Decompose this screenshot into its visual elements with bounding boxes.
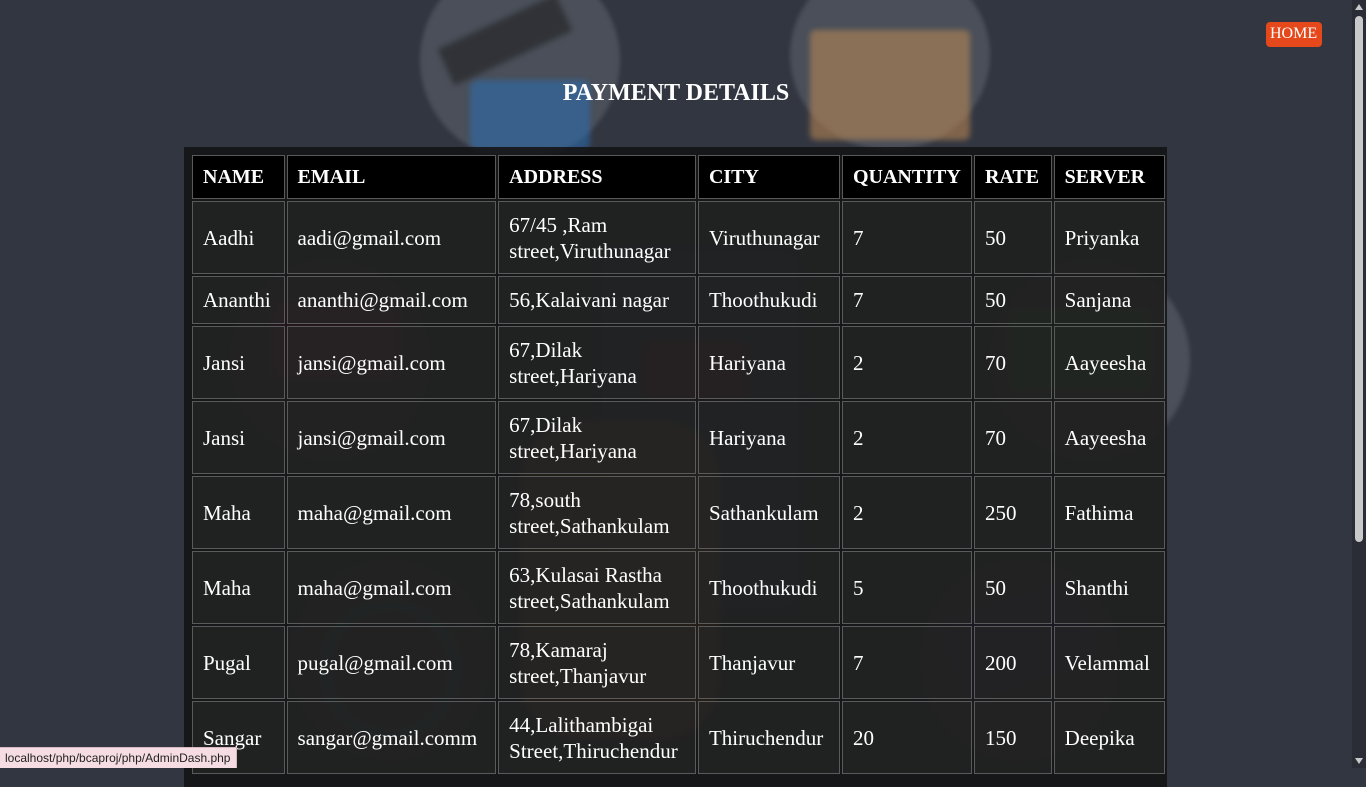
cell-rate: 200 xyxy=(973,626,1052,699)
cell-email: ananthi@gmail.com xyxy=(286,276,497,324)
scroll-up-arrow-icon[interactable] xyxy=(1355,4,1363,10)
payment-table: NAME EMAIL ADDRESS CITY QUANTITY RATE SE… xyxy=(190,153,1167,776)
cell-server: Shanthi xyxy=(1053,551,1165,624)
cell-quantity: 7 xyxy=(841,626,972,699)
table-row: Sangar sangar@gmail.comm 44,Lalithambiga… xyxy=(192,701,1165,774)
table-header-row: NAME EMAIL ADDRESS CITY QUANTITY RATE SE… xyxy=(192,155,1165,199)
cell-name: Maha xyxy=(192,476,285,549)
cell-rate: 70 xyxy=(973,326,1052,399)
table-row: Maha maha@gmail.com 63,Kulasai Rastha st… xyxy=(192,551,1165,624)
header-city: CITY xyxy=(697,155,840,199)
cell-server: Sanjana xyxy=(1053,276,1165,324)
cell-email: sangar@gmail.comm xyxy=(286,701,497,774)
cell-address: 63,Kulasai Rastha street,Sathankulam xyxy=(498,551,696,624)
cell-city: Thoothukudi xyxy=(697,551,840,624)
cell-email: jansi@gmail.com xyxy=(286,401,497,474)
cell-email: maha@gmail.com xyxy=(286,551,497,624)
table-row: Jansi jansi@gmail.com 67,Dilak street,Ha… xyxy=(192,326,1165,399)
cell-address: 56,Kalaivani nagar xyxy=(498,276,696,324)
cell-quantity: 2 xyxy=(841,326,972,399)
header-address: ADDRESS xyxy=(498,155,696,199)
table-row: Ananthi ananthi@gmail.com 56,Kalaivani n… xyxy=(192,276,1165,324)
cell-name: Aadhi xyxy=(192,201,285,274)
cell-quantity: 2 xyxy=(841,476,972,549)
cell-server: Deepika xyxy=(1053,701,1165,774)
cell-address: 67/45 ,Ram street,Viruthunagar xyxy=(498,201,696,274)
scroll-down-arrow-icon[interactable] xyxy=(1355,758,1363,764)
cell-city: Thoothukudi xyxy=(697,276,840,324)
cell-address: 67,Dilak street,Hariyana xyxy=(498,401,696,474)
table-row: Aadhi aadi@gmail.com 67/45 ,Ram street,V… xyxy=(192,201,1165,274)
cell-rate: 150 xyxy=(973,701,1052,774)
cell-quantity: 7 xyxy=(841,276,972,324)
header-email: EMAIL xyxy=(286,155,497,199)
cell-quantity: 7 xyxy=(841,201,972,274)
cell-server: Aayeesha xyxy=(1053,401,1165,474)
cell-address: 44,Lalithambigai Street,Thiruchendur xyxy=(498,701,696,774)
cell-city: Thiruchendur xyxy=(697,701,840,774)
cell-rate: 50 xyxy=(973,201,1052,274)
cell-name: Jansi xyxy=(192,401,285,474)
table-row: Jansi jansi@gmail.com 67,Dilak street,Ha… xyxy=(192,401,1165,474)
cell-rate: 50 xyxy=(973,276,1052,324)
cell-email: jansi@gmail.com xyxy=(286,326,497,399)
cell-email: aadi@gmail.com xyxy=(286,201,497,274)
header-quantity: QUANTITY xyxy=(841,155,972,199)
cell-city: Hariyana xyxy=(697,401,840,474)
cell-rate: 250 xyxy=(973,476,1052,549)
cell-server: Velammal xyxy=(1053,626,1165,699)
cell-rate: 70 xyxy=(973,401,1052,474)
cell-city: Sathankulam xyxy=(697,476,840,549)
cell-address: 78,Kamaraj street,Thanjavur xyxy=(498,626,696,699)
cell-city: Thanjavur xyxy=(697,626,840,699)
cell-email: pugal@gmail.com xyxy=(286,626,497,699)
status-bar-url: localhost/php/bcaproj/php/AdminDash.php xyxy=(0,747,238,768)
payment-table-container: NAME EMAIL ADDRESS CITY QUANTITY RATE SE… xyxy=(184,147,1167,787)
header-rate: RATE xyxy=(973,155,1052,199)
page-title: PAYMENT DETAILS xyxy=(562,80,790,106)
cell-name: Ananthi xyxy=(192,276,285,324)
cell-rate: 50 xyxy=(973,551,1052,624)
table-row: Maha maha@gmail.com 78,south street,Sath… xyxy=(192,476,1165,549)
page-scrollbar[interactable] xyxy=(1352,0,1366,768)
cell-city: Viruthunagar xyxy=(697,201,840,274)
cell-name: Jansi xyxy=(192,326,285,399)
cell-quantity: 5 xyxy=(841,551,972,624)
cell-server: Priyanka xyxy=(1053,201,1165,274)
cell-server: Fathima xyxy=(1053,476,1165,549)
cell-name: Pugal xyxy=(192,626,285,699)
cell-email: maha@gmail.com xyxy=(286,476,497,549)
header-name: NAME xyxy=(192,155,285,199)
cell-name: Maha xyxy=(192,551,285,624)
cell-address: 67,Dilak street,Hariyana xyxy=(498,326,696,399)
cell-city: Hariyana xyxy=(697,326,840,399)
header-server: SERVER xyxy=(1053,155,1165,199)
scroll-thumb[interactable] xyxy=(1355,16,1363,542)
cell-quantity: 2 xyxy=(841,401,972,474)
cell-quantity: 20 xyxy=(841,701,972,774)
home-button[interactable]: HOME xyxy=(1266,22,1323,47)
cell-address: 78,south street,Sathankulam xyxy=(498,476,696,549)
cell-server: Aayeesha xyxy=(1053,326,1165,399)
table-row: Pugal pugal@gmail.com 78,Kamaraj street,… xyxy=(192,626,1165,699)
